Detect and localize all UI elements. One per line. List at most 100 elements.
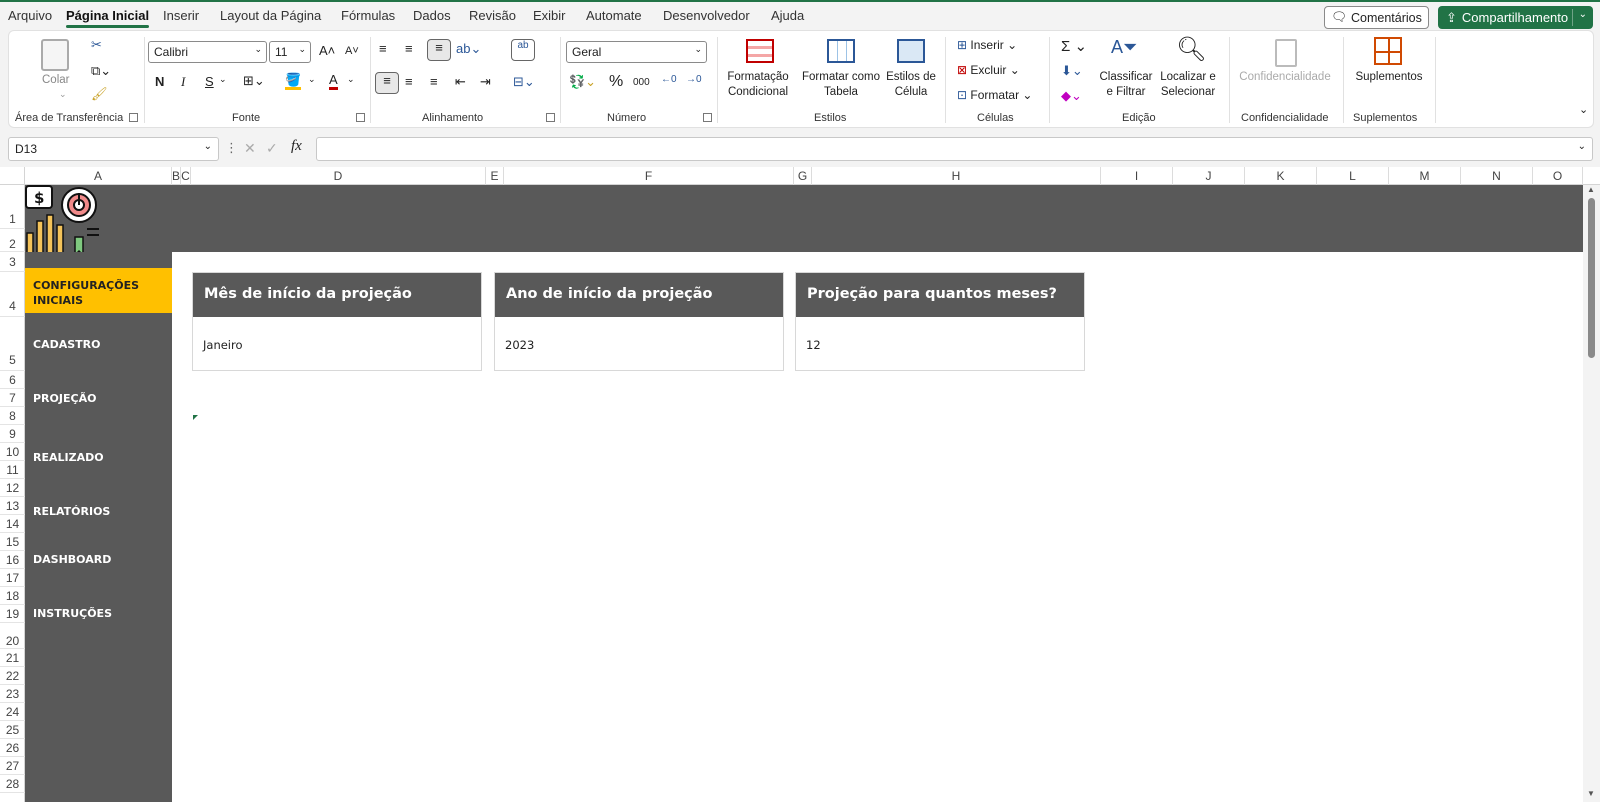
row-header[interactable]: 19: [0, 605, 25, 623]
scrollbar-thumb[interactable]: [1588, 198, 1595, 358]
row-header[interactable]: 4: [0, 272, 25, 317]
menu-desenvolvedor[interactable]: Desenvolvedor: [663, 8, 750, 23]
paste-label[interactable]: Colar: [42, 73, 69, 88]
menu-inserir[interactable]: Inserir: [163, 8, 199, 23]
menu-formulas[interactable]: Fórmulas: [341, 8, 395, 23]
insert-cells-button[interactable]: ⊞ Inserir ⌄: [957, 38, 1017, 52]
worksheet-grid[interactable]: $ CONFIGURAÇÕES INICIAIS CADASTRO PROJEÇ…: [25, 185, 1583, 802]
row-header[interactable]: 3: [0, 252, 25, 272]
row-header[interactable]: 24: [0, 703, 25, 721]
copy-icon[interactable]: ⧉⌄: [91, 63, 111, 79]
row-header[interactable]: 12: [0, 479, 25, 497]
row-header[interactable]: 28: [0, 775, 25, 793]
orientation-icon[interactable]: ab⌄: [456, 41, 481, 57]
column-header[interactable]: K: [1245, 167, 1317, 185]
menu-pagina-inicial[interactable]: Página Inicial: [66, 8, 150, 28]
row-header[interactable]: 5: [0, 317, 25, 371]
autosum-icon[interactable]: Σ ⌄: [1061, 37, 1087, 55]
column-header[interactable]: N: [1461, 167, 1533, 185]
sort-filter-icon[interactable]: A⏷: [1111, 37, 1137, 58]
row-header[interactable]: 13: [0, 497, 25, 515]
nav-relatorios[interactable]: RELATÓRIOS: [25, 505, 172, 518]
comments-button[interactable]: 🗨 Comentários: [1324, 6, 1429, 29]
format-cells-button[interactable]: ⊡ Formatar ⌄: [957, 88, 1032, 102]
increase-indent-icon[interactable]: ⇥: [480, 74, 491, 90]
cell-styles-icon[interactable]: [897, 39, 925, 63]
paste-chevron-icon[interactable]: ⌄: [59, 87, 67, 102]
row-header[interactable]: 15: [0, 533, 25, 551]
font-size-select[interactable]: 11 ⌄: [269, 41, 311, 63]
column-header[interactable]: J: [1173, 167, 1245, 185]
underline-button[interactable]: S: [205, 74, 214, 89]
row-header[interactable]: 2: [0, 229, 25, 252]
row-header[interactable]: 1: [0, 185, 25, 229]
menu-revisao[interactable]: Revisão: [469, 8, 516, 23]
font-launcher-icon[interactable]: [356, 113, 365, 122]
column-header[interactable]: C: [181, 167, 191, 185]
row-header[interactable]: 7: [0, 389, 25, 407]
projection-months-cell[interactable]: 12: [796, 317, 1084, 373]
align-bottom-icon[interactable]: ≡: [427, 39, 451, 61]
cancel-icon[interactable]: ✕: [244, 140, 256, 157]
thousands-icon[interactable]: 000: [633, 77, 650, 88]
row-header[interactable]: 18: [0, 587, 25, 605]
conditional-format-button[interactable]: Formatação Condicional: [716, 70, 800, 100]
decrease-indent-icon[interactable]: ⇤: [455, 74, 466, 90]
nav-projecao[interactable]: PROJEÇÃO: [25, 392, 172, 405]
column-header[interactable]: M: [1389, 167, 1461, 185]
share-button[interactable]: ⇪ Compartilhamento ⌄: [1438, 6, 1593, 29]
row-header[interactable]: 21: [0, 649, 25, 667]
nav-realizado[interactable]: REALIZADO: [25, 451, 172, 464]
format-table-button[interactable]: Formatar como Tabela: [796, 70, 886, 100]
currency-icon[interactable]: 💱⌄: [569, 74, 596, 90]
format-table-icon[interactable]: [827, 39, 855, 63]
column-header[interactable]: L: [1317, 167, 1389, 185]
align-middle-icon[interactable]: ≡: [405, 41, 413, 56]
row-header[interactable]: 10: [0, 443, 25, 461]
row-header[interactable]: 25: [0, 721, 25, 739]
delete-cells-button[interactable]: ⊠ Excluir ⌄: [957, 63, 1020, 77]
find-select-icon[interactable]: 🔍︎: [1176, 35, 1206, 64]
start-month-cell[interactable]: Janeiro: [193, 317, 481, 373]
menu-automate[interactable]: Automate: [586, 8, 642, 23]
column-header[interactable]: D: [191, 167, 486, 185]
row-header[interactable]: 26: [0, 739, 25, 757]
insert-function-icon[interactable]: fx: [291, 138, 302, 155]
chevron-down-icon[interactable]: ⌄: [1579, 9, 1587, 20]
borders-icon[interactable]: ⊞⌄: [243, 73, 265, 89]
menu-arquivo[interactable]: Arquivo: [8, 8, 52, 23]
nav-cadastro[interactable]: CADASTRO: [25, 338, 172, 351]
addins-icon[interactable]: [1374, 37, 1402, 65]
chevron-down-icon[interactable]: ⌄: [308, 74, 316, 85]
menu-layout[interactable]: Layout da Página: [220, 8, 321, 23]
clipboard-launcher-icon[interactable]: [129, 113, 138, 122]
more-options-icon[interactable]: ⋮: [225, 140, 238, 156]
name-box[interactable]: D13 ⌄: [8, 137, 219, 161]
addins-button[interactable]: Suplementos: [1349, 70, 1429, 85]
row-header[interactable]: 11: [0, 461, 25, 479]
column-header[interactable]: G: [794, 167, 812, 185]
scroll-down-icon[interactable]: ▼: [1587, 789, 1595, 798]
nav-instrucoes[interactable]: INSTRUÇÕES: [25, 607, 172, 620]
find-select-button[interactable]: Localizar e Selecionar: [1151, 70, 1225, 100]
cut-icon[interactable]: ✂: [91, 37, 102, 53]
chevron-down-icon[interactable]: ⌄: [1578, 141, 1586, 152]
column-header[interactable]: O: [1533, 167, 1583, 185]
column-header[interactable]: I: [1101, 167, 1173, 185]
row-header[interactable]: 6: [0, 371, 25, 389]
italic-button[interactable]: I: [181, 74, 185, 90]
row-header[interactable]: 16: [0, 551, 25, 569]
font-name-select[interactable]: Calibri ⌄: [148, 41, 267, 63]
decrease-decimal-icon[interactable]: →0: [686, 74, 702, 85]
row-header[interactable]: 22: [0, 667, 25, 685]
start-year-cell[interactable]: 2023: [495, 317, 783, 373]
menu-exibir[interactable]: Exibir: [533, 8, 566, 23]
conditional-format-icon[interactable]: [746, 39, 774, 63]
collapse-ribbon-icon[interactable]: ⌄: [1579, 103, 1588, 116]
row-header[interactable]: 27: [0, 757, 25, 775]
font-color-icon[interactable]: A: [329, 73, 338, 90]
number-format-select[interactable]: Geral ⌄: [566, 41, 707, 63]
vertical-scrollbar[interactable]: ▲ ▼: [1583, 185, 1600, 802]
cell-styles-button[interactable]: Estilos de Célula: [880, 70, 942, 100]
merge-center-icon[interactable]: ⊟⌄: [513, 74, 535, 90]
